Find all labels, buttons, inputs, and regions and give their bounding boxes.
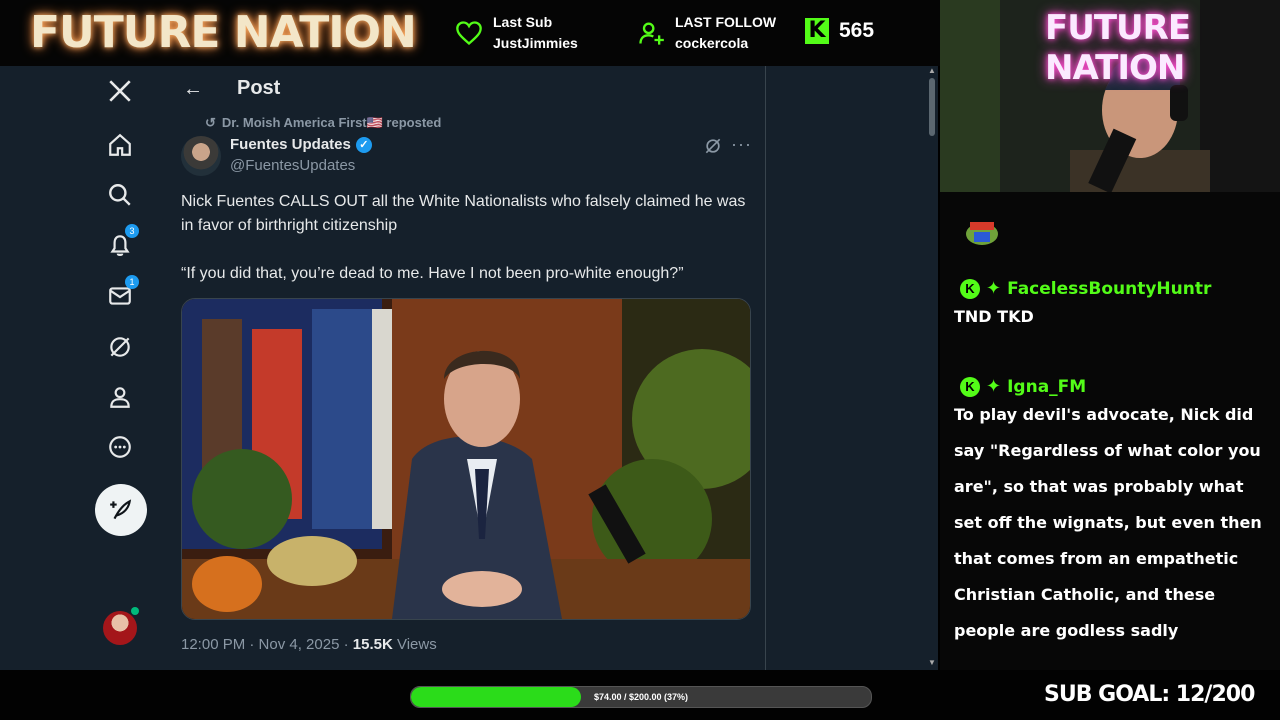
kick-badge-icon: K bbox=[960, 376, 980, 397]
chat-username[interactable]: Igna_FM bbox=[1007, 377, 1086, 397]
x-sidebar: 3 1 bbox=[0, 66, 166, 670]
views-count: 15.5K bbox=[352, 636, 393, 653]
compose-post-button[interactable] bbox=[95, 484, 147, 536]
author-name[interactable]: Fuentes Updates bbox=[230, 136, 351, 153]
stream-chat: K ✦ FacelessBountyHuntr TND TKD K ✦ Igna… bbox=[940, 192, 1280, 670]
profile-icon[interactable] bbox=[105, 382, 135, 412]
sparkle-badge-icon: ✦ bbox=[986, 278, 1002, 298]
post-timestamp[interactable]: 12:00 PM · Nov 4, 2025 · bbox=[181, 636, 353, 653]
repost-text[interactable]: Dr. Moish America First🇺🇸 reposted bbox=[222, 115, 441, 130]
more-options-icon[interactable]: ··· bbox=[731, 134, 752, 155]
verified-badge-icon: ✓ bbox=[355, 136, 372, 153]
chat-username[interactable]: FacelessBountyHuntr bbox=[1007, 279, 1211, 299]
home-icon[interactable] bbox=[105, 130, 135, 160]
sparkle-badge-icon: ✦ bbox=[986, 376, 1002, 396]
x-logo-icon[interactable] bbox=[105, 76, 135, 106]
notifications-badge: 3 bbox=[125, 224, 139, 238]
search-icon[interactable] bbox=[105, 180, 135, 210]
sub-goal-text: SUB GOAL: 12/200 bbox=[1044, 682, 1255, 707]
kick-badge-icon: K bbox=[960, 278, 980, 299]
browser-scrollbar[interactable]: ▲ ▼ bbox=[926, 66, 938, 670]
page-title: Post bbox=[237, 77, 281, 99]
post-column: ← Post ↺ Dr. Moish America First🇺🇸 repost… bbox=[165, 66, 766, 670]
feather-plus-icon bbox=[110, 499, 132, 520]
account-avatar[interactable] bbox=[103, 611, 137, 645]
post-quote: “If you did that, you’re dead to me. Hav… bbox=[181, 265, 684, 282]
grok-explain-icon[interactable] bbox=[703, 136, 723, 161]
author-avatar[interactable] bbox=[181, 136, 221, 176]
last-follow-label: LAST FOLLOW bbox=[675, 14, 777, 30]
chat-message: K ✦ FacelessBountyHuntr TND TKD bbox=[954, 278, 1270, 335]
webcam-feed: FUTURE NATION bbox=[940, 0, 1280, 192]
bell-icon[interactable]: 3 bbox=[105, 224, 139, 260]
back-arrow-icon[interactable]: ← bbox=[183, 78, 203, 101]
kick-logo-icon: K bbox=[805, 18, 829, 44]
online-status-dot bbox=[131, 607, 139, 615]
grok-icon[interactable] bbox=[105, 332, 135, 362]
author-handle[interactable]: @FuentesUpdates bbox=[230, 157, 355, 174]
kick-followers-widget: K 565 bbox=[805, 18, 874, 44]
last-sub-name: JustJimmies bbox=[493, 35, 578, 51]
last-follow-widget: LAST FOLLOW cockercola bbox=[637, 12, 776, 54]
scroll-up-arrow-icon[interactable]: ▲ bbox=[928, 66, 936, 75]
scrollbar-thumb[interactable] bbox=[929, 78, 935, 136]
stream-top-bar: FUTURE NATION Last Sub JustJimmies LAST … bbox=[0, 0, 940, 66]
donation-progress-bar: $74.00 / $200.00 (37%) bbox=[410, 686, 872, 708]
last-sub-widget: Last Sub JustJimmies bbox=[455, 12, 578, 54]
scroll-down-arrow-icon[interactable]: ▼ bbox=[928, 658, 936, 667]
author-name-row[interactable]: Fuentes Updates ✓ bbox=[230, 136, 372, 153]
last-sub-label: Last Sub bbox=[493, 14, 553, 30]
heart-icon bbox=[456, 21, 482, 46]
chat-text: To play devil's advocate, Nick did say "… bbox=[954, 405, 1262, 640]
last-follow-name: cockercola bbox=[675, 35, 749, 51]
post-video[interactable] bbox=[181, 298, 751, 620]
future-nation-logo: FUTURE NATION bbox=[30, 7, 417, 58]
stream-bottom-bar: $74.00 / $200.00 (37%) SUB GOAL: 12/200 bbox=[0, 670, 1280, 720]
repost-indicator: ↺ Dr. Moish America First🇺🇸 reposted bbox=[205, 115, 441, 131]
kick-count: 565 bbox=[839, 19, 875, 42]
mail-icon[interactable]: 1 bbox=[105, 275, 139, 311]
post-metadata: 12:00 PM · Nov 4, 2025 · 15.5K Views bbox=[181, 636, 437, 653]
chat-text: TND TKD bbox=[954, 307, 1034, 326]
views-label: Views bbox=[392, 636, 437, 653]
video-thumbnail-image bbox=[182, 299, 750, 619]
frog-emote-icon bbox=[964, 218, 1000, 246]
chat-message: K ✦ Igna_FM To play devil's advocate, Ni… bbox=[954, 376, 1270, 649]
add-user-icon bbox=[639, 22, 664, 45]
progress-label: $74.00 / $200.00 (37%) bbox=[593, 692, 689, 702]
more-circle-icon[interactable] bbox=[105, 432, 135, 462]
messages-badge: 1 bbox=[125, 275, 139, 289]
post-text: Nick Fuentes CALLS OUT all the White Nat… bbox=[181, 193, 746, 234]
neon-sign: FUTURE NATION bbox=[1045, 8, 1191, 88]
repost-icon: ↺ bbox=[205, 115, 216, 130]
right-sidebar bbox=[766, 66, 926, 670]
